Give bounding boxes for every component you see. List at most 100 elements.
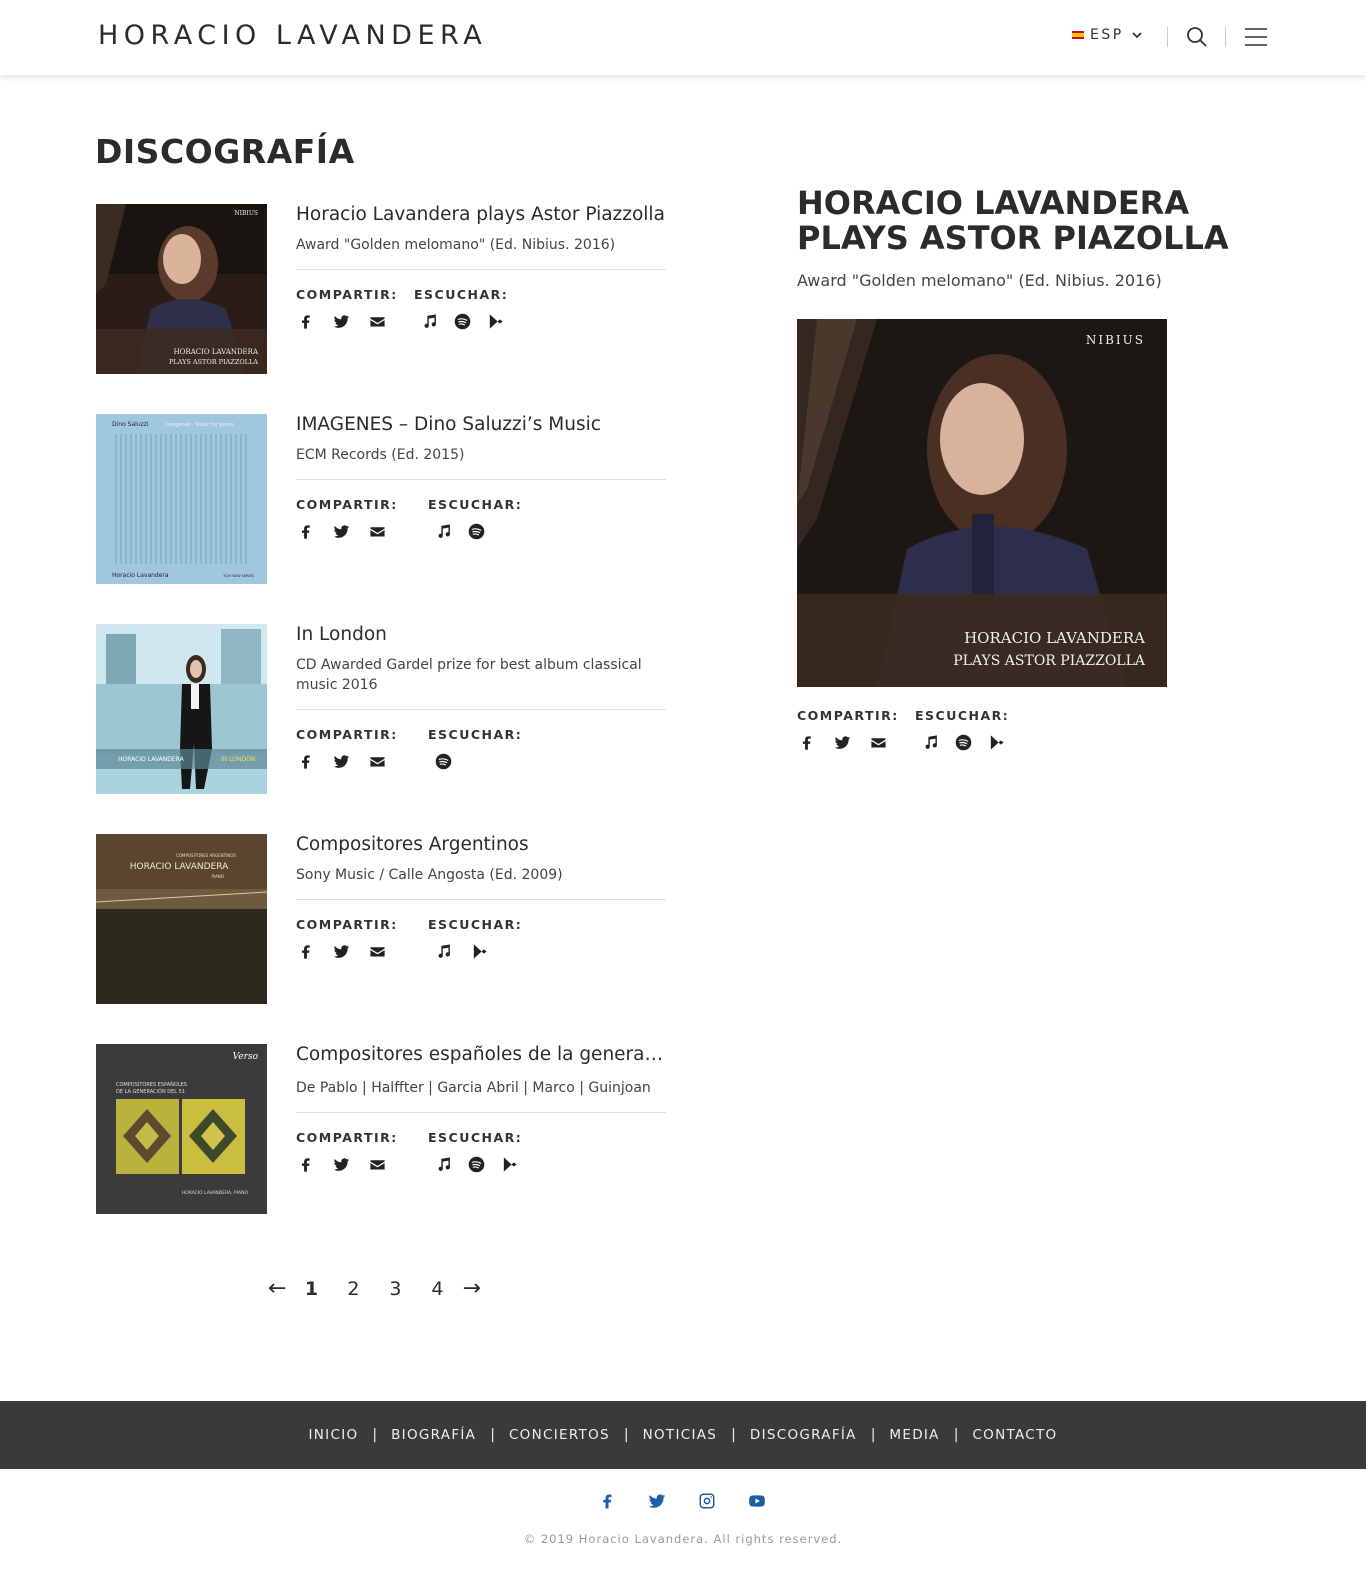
site-logo[interactable]: HORACIO LAVANDERA: [98, 20, 487, 51]
divider: [296, 1112, 666, 1113]
album-title[interactable]: Compositores españoles de la generación …: [296, 1044, 666, 1066]
footer-separator: |: [490, 1427, 495, 1443]
cover-text: ECM NEW SERIES: [223, 574, 254, 578]
album-cover[interactable]: Dino Saluzzi Imágenes · Music for piano …: [96, 414, 267, 584]
listen-label: ESCUCHAR:: [414, 287, 509, 302]
album-cover[interactable]: Verso COMPOSITORES ESPAÑOLES DE LA GENER…: [96, 1044, 267, 1214]
divider: [296, 899, 666, 900]
album-title[interactable]: Horacio Lavandera plays Astor Piazzolla: [296, 204, 666, 226]
album-cover[interactable]: HORACIO LAVANDERA IN LONDON: [96, 624, 267, 794]
page-title: DISCOGRAFÍA: [95, 132, 355, 171]
email-icon[interactable]: [368, 522, 386, 540]
footer-link-discografia[interactable]: DISCOGRAFÍA: [750, 1427, 857, 1443]
facebook-icon[interactable]: [296, 1155, 314, 1173]
music-note-icon[interactable]: [434, 522, 452, 540]
prev-page-arrow-icon[interactable]: ←: [268, 1276, 286, 1301]
facebook-icon[interactable]: [296, 752, 314, 770]
divider: [296, 709, 666, 710]
share-label: COMPARTIR:: [296, 497, 398, 512]
twitter-icon[interactable]: [332, 312, 350, 330]
listen-label: ESCUCHAR:: [428, 727, 523, 742]
page-link-4[interactable]: 4: [416, 1278, 458, 1300]
footer-separator: |: [870, 1427, 876, 1443]
detail-album-cover[interactable]: NIBIUS HORACIO LAVANDERA PLAYS ASTOR PIA…: [797, 319, 1167, 687]
album-subtitle: Sony Music / Calle Angosta (Ed. 2009): [296, 867, 563, 883]
footer-separator: |: [372, 1427, 378, 1443]
spotify-icon[interactable]: [954, 733, 972, 751]
album-cover[interactable]: NIBIUS HORACIO LAVANDERA PLAYS ASTOR PIA…: [96, 204, 267, 374]
facebook-icon[interactable]: [797, 733, 815, 751]
twitter-icon[interactable]: [332, 522, 350, 540]
twitter-icon[interactable]: [833, 733, 851, 751]
album-title[interactable]: Compositores Argentinos: [296, 834, 666, 856]
spotify-icon[interactable]: [453, 312, 471, 330]
cover-text: Dino Saluzzi: [112, 421, 149, 428]
search-icon[interactable]: [1186, 26, 1208, 48]
detail-share-panel: COMPARTIR: ESCUCHAR:: [797, 708, 1097, 751]
album-item: NIBIUS HORACIO LAVANDERA PLAYS ASTOR PIA…: [96, 204, 671, 374]
facebook-icon[interactable]: [296, 312, 314, 330]
music-note-icon[interactable]: [434, 1155, 452, 1173]
footer-social: [0, 1492, 1366, 1512]
album-item: Dino Saluzzi Imágenes · Music for piano …: [96, 414, 671, 584]
google-play-icon[interactable]: [486, 312, 504, 330]
music-note-icon[interactable]: [420, 312, 438, 330]
next-page-arrow-icon[interactable]: →: [462, 1276, 480, 1301]
music-note-icon[interactable]: [921, 733, 939, 751]
twitter-icon[interactable]: [648, 1492, 668, 1512]
music-note-icon[interactable]: [434, 942, 452, 960]
album-subtitle: Award "Golden melomano" (Ed. Nibius. 201…: [296, 237, 616, 253]
copyright: © 2019 Horacio Lavandera. All rights res…: [523, 1532, 843, 1546]
header-divider: [1167, 27, 1168, 47]
album-title[interactable]: In London: [296, 624, 666, 646]
footer-link-contacto[interactable]: CONTACTO: [972, 1427, 1057, 1443]
twitter-icon[interactable]: [332, 1155, 350, 1173]
facebook-icon[interactable]: [598, 1492, 618, 1512]
facebook-icon[interactable]: [296, 522, 314, 540]
google-play-icon[interactable]: [470, 942, 488, 960]
divider: [296, 269, 666, 270]
twitter-icon[interactable]: [332, 942, 350, 960]
album-subtitle: CD Awarded Gardel prize for best album c…: [296, 657, 642, 693]
detail-title: HORACIO LAVANDERA PLAYS ASTOR PIAZOLLA: [797, 184, 1229, 257]
spotify-icon[interactable]: [467, 522, 485, 540]
email-icon[interactable]: [368, 942, 386, 960]
cover-text: PIANO: [212, 874, 224, 879]
google-play-icon[interactable]: [500, 1155, 518, 1173]
hamburger-menu-icon[interactable]: [1245, 28, 1267, 46]
page-link-3[interactable]: 3: [374, 1278, 416, 1300]
language-label: ESP: [1090, 27, 1124, 43]
instagram-icon[interactable]: [698, 1492, 718, 1512]
footer-link-media[interactable]: MEDIA: [889, 1427, 939, 1443]
twitter-icon[interactable]: [332, 752, 350, 770]
cover-text: Verso: [233, 1052, 259, 1062]
share-label: COMPARTIR:: [296, 917, 398, 932]
youtube-icon[interactable]: [748, 1492, 768, 1512]
divider: [296, 479, 666, 480]
album-title[interactable]: IMAGENES – Dino Saluzzi’s Music: [296, 414, 666, 436]
cover-text: HORACIO LAVANDERA, PIANO: [182, 1190, 249, 1196]
cover-text: COMPOSITORES ESPAÑOLES: [116, 1081, 187, 1088]
email-icon[interactable]: [368, 312, 386, 330]
footer-separator: |: [953, 1427, 959, 1443]
footer-link-biografia[interactable]: BIOGRAFÍA: [391, 1427, 476, 1443]
email-icon[interactable]: [368, 1155, 386, 1173]
spotify-icon[interactable]: [467, 1155, 485, 1173]
footer-link-conciertos[interactable]: CONCIERTOS: [509, 1427, 610, 1443]
email-icon[interactable]: [869, 733, 887, 751]
google-play-icon[interactable]: [987, 733, 1005, 751]
share-label: COMPARTIR:: [296, 287, 398, 302]
album-cover[interactable]: COMPOSITORES ARGENTINOS HORACIO LAVANDER…: [96, 834, 267, 1004]
share-label: COMPARTIR:: [296, 1130, 398, 1145]
listen-label: ESCUCHAR:: [428, 1130, 523, 1145]
page-link-1[interactable]: 1: [290, 1278, 332, 1300]
language-selector[interactable]: ESP: [1072, 27, 1144, 43]
footer-link-inicio[interactable]: INICIO: [309, 1427, 359, 1443]
page-link-2[interactable]: 2: [332, 1278, 374, 1300]
chevron-down-icon: [1132, 32, 1142, 39]
cover-text: HORACIO LAVANDERA: [964, 629, 1145, 647]
footer-link-noticias[interactable]: NOTICIAS: [643, 1427, 718, 1443]
facebook-icon[interactable]: [296, 942, 314, 960]
email-icon[interactable]: [368, 752, 386, 770]
spotify-icon[interactable]: [434, 752, 452, 770]
